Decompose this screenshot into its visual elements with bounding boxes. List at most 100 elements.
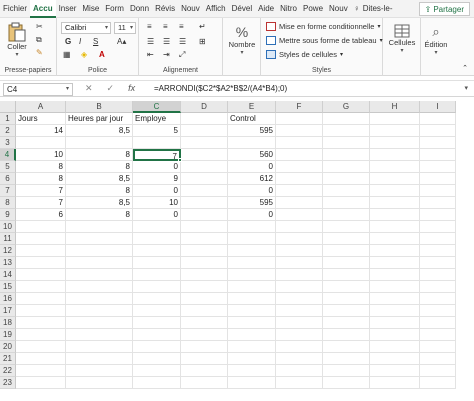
cell-E8[interactable]: 595: [228, 197, 276, 209]
cancel-icon[interactable]: ✕: [85, 83, 93, 94]
row-header[interactable]: 11: [0, 233, 16, 245]
menu-tab[interactable]: Aide: [255, 0, 277, 18]
column-header[interactable]: B: [66, 101, 133, 113]
cell-C16[interactable]: [133, 293, 181, 305]
row-header[interactable]: 21: [0, 353, 16, 365]
font-name-select[interactable]: Calibri ▾: [61, 22, 111, 34]
row-header[interactable]: 6: [0, 173, 16, 185]
cell-F7[interactable]: [276, 185, 323, 197]
cell-A8[interactable]: 7: [16, 197, 66, 209]
row-header[interactable]: 10: [0, 221, 16, 233]
cell-F23[interactable]: [276, 377, 323, 389]
align-left-icon[interactable]: ☰: [147, 37, 154, 46]
cell-A7[interactable]: 7: [16, 185, 66, 197]
cell-D13[interactable]: [181, 257, 228, 269]
cell-E11[interactable]: [228, 233, 276, 245]
cell-E19[interactable]: [228, 329, 276, 341]
cell-I17[interactable]: [420, 305, 456, 317]
cell-D6[interactable]: [181, 173, 228, 185]
borders-icon[interactable]: ▦: [63, 50, 71, 59]
format-painter-icon[interactable]: ✎: [36, 48, 43, 57]
cell-C11[interactable]: [133, 233, 181, 245]
row-header[interactable]: 8: [0, 197, 16, 209]
cell-C7[interactable]: 0: [133, 185, 181, 197]
cell-D17[interactable]: [181, 305, 228, 317]
column-header[interactable]: E: [228, 101, 276, 113]
cell-F3[interactable]: [276, 137, 323, 149]
cell-G18[interactable]: [323, 317, 370, 329]
cell-A21[interactable]: [16, 353, 66, 365]
menu-tab[interactable]: Form: [102, 0, 127, 18]
menu-tab[interactable]: Nitro: [277, 0, 300, 18]
cell-C14[interactable]: [133, 269, 181, 281]
cells-button[interactable]: Cellules ▾: [387, 24, 417, 54]
cell-A4[interactable]: 10: [16, 149, 66, 161]
fill-handle[interactable]: [178, 158, 182, 162]
cell-B5[interactable]: 8: [66, 161, 133, 173]
conditional-formatting-button[interactable]: Mise en forme conditionnelle ▾: [266, 22, 380, 31]
cell-H21[interactable]: [370, 353, 420, 365]
cell-G15[interactable]: [323, 281, 370, 293]
cell-F2[interactable]: [276, 125, 323, 137]
cell-C23[interactable]: [133, 377, 181, 389]
cell-I18[interactable]: [420, 317, 456, 329]
cell-C9[interactable]: 0: [133, 209, 181, 221]
cell-E6[interactable]: 612: [228, 173, 276, 185]
cell-A3[interactable]: [16, 137, 66, 149]
cell-H23[interactable]: [370, 377, 420, 389]
cell-H1[interactable]: [370, 113, 420, 125]
cell-G12[interactable]: [323, 245, 370, 257]
cell-A5[interactable]: 8: [16, 161, 66, 173]
cell-D22[interactable]: [181, 365, 228, 377]
cell-G21[interactable]: [323, 353, 370, 365]
row-header[interactable]: 14: [0, 269, 16, 281]
merge-cells-icon[interactable]: ⊞: [199, 37, 206, 46]
cell-A17[interactable]: [16, 305, 66, 317]
cell-A10[interactable]: [16, 221, 66, 233]
align-right-icon[interactable]: ☰: [179, 37, 186, 46]
cell-D7[interactable]: [181, 185, 228, 197]
cell-C2[interactable]: 5: [133, 125, 181, 137]
cell-styles-button[interactable]: Styles de cellules ▾: [266, 50, 343, 59]
cell-A13[interactable]: [16, 257, 66, 269]
row-header[interactable]: 16: [0, 293, 16, 305]
cell-A20[interactable]: [16, 341, 66, 353]
cell-E15[interactable]: [228, 281, 276, 293]
cell-F15[interactable]: [276, 281, 323, 293]
cell-D9[interactable]: [181, 209, 228, 221]
row-header[interactable]: 22: [0, 365, 16, 377]
cell-G6[interactable]: [323, 173, 370, 185]
font-color-icon[interactable]: A: [99, 50, 105, 59]
cell-F21[interactable]: [276, 353, 323, 365]
cell-B4[interactable]: 8: [66, 149, 133, 161]
cell-E5[interactable]: 0: [228, 161, 276, 173]
row-header[interactable]: 17: [0, 305, 16, 317]
cell-E17[interactable]: [228, 305, 276, 317]
menu-tab[interactable]: Mise: [79, 0, 102, 18]
cell-H11[interactable]: [370, 233, 420, 245]
cell-H14[interactable]: [370, 269, 420, 281]
cell-E7[interactable]: 0: [228, 185, 276, 197]
cell-A15[interactable]: [16, 281, 66, 293]
cell-C5[interactable]: 0: [133, 161, 181, 173]
cell-C17[interactable]: [133, 305, 181, 317]
cell-G10[interactable]: [323, 221, 370, 233]
cell-C13[interactable]: [133, 257, 181, 269]
cell-C6[interactable]: 9: [133, 173, 181, 185]
cell-G20[interactable]: [323, 341, 370, 353]
cell-E20[interactable]: [228, 341, 276, 353]
menu-tab[interactable]: Nouv: [178, 0, 203, 18]
cell-D11[interactable]: [181, 233, 228, 245]
align-bottom-icon[interactable]: ≡: [179, 22, 184, 31]
cell-E10[interactable]: [228, 221, 276, 233]
cell-G2[interactable]: [323, 125, 370, 137]
cell-G14[interactable]: [323, 269, 370, 281]
cell-F11[interactable]: [276, 233, 323, 245]
cell-B15[interactable]: [66, 281, 133, 293]
cell-F19[interactable]: [276, 329, 323, 341]
cell-D19[interactable]: [181, 329, 228, 341]
cell-G3[interactable]: [323, 137, 370, 149]
format-as-table-button[interactable]: Mettre sous forme de tableau ▾: [266, 36, 383, 45]
cell-B8[interactable]: 8,5: [66, 197, 133, 209]
row-header[interactable]: 23: [0, 377, 16, 389]
